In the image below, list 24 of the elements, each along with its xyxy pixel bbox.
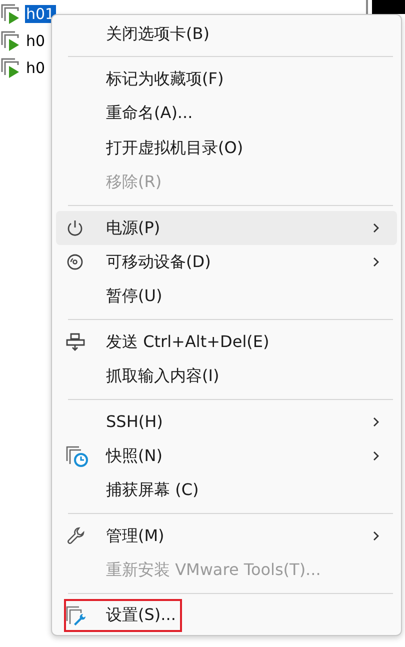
disc-icon	[66, 253, 84, 272]
menu-item[interactable]: 电源(P)	[56, 210, 397, 246]
snapshot-clock-icon	[66, 445, 88, 468]
menu-item[interactable]: 重命名(A)...	[56, 96, 397, 132]
menu-item[interactable]: 标记为收藏项(F)	[56, 62, 397, 97]
menu-item[interactable]: 打开虚拟机目录(O)	[56, 131, 397, 166]
menu-item[interactable]: 捕获屏幕 (C)	[56, 474, 397, 508]
settings-icon	[66, 604, 88, 627]
menu-item[interactable]: 关闭选项卡(B)	[56, 17, 397, 52]
menu-item[interactable]: 抓取输入内容(I)	[56, 359, 397, 394]
menu-item[interactable]: SSH(H)	[56, 404, 397, 440]
menu-item[interactable]: 快照(N)	[56, 439, 397, 474]
keyboard-arrow-icon	[66, 332, 86, 352]
menu-item[interactable]: 发送 Ctrl+Alt+Del(E)	[56, 325, 397, 360]
menu-item[interactable]: 可移动设备(D)	[56, 245, 397, 280]
dark-panel	[372, 0, 405, 14]
menu-item[interactable]: 设置(S)...	[56, 598, 397, 633]
power-icon	[66, 219, 84, 238]
menu-item[interactable]: 管理(M)	[56, 518, 397, 554]
wrench-icon	[66, 526, 86, 546]
tree-item[interactable]: h01	[25, 4, 56, 22]
tree-item[interactable]: h0	[25, 58, 46, 76]
menu-item[interactable]: 暂停(U)	[56, 280, 397, 314]
tree-item[interactable]: h0	[25, 32, 46, 50]
